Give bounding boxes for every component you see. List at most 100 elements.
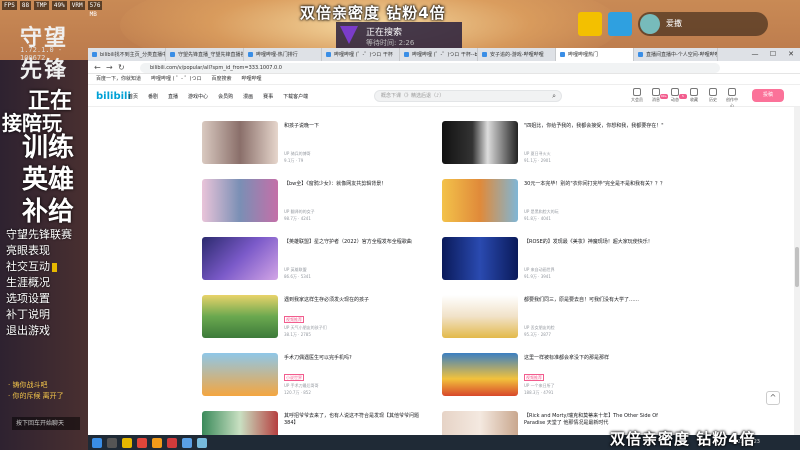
menu-item-career[interactable]: 生涯概况	[6, 275, 72, 291]
video-card[interactable]: 【英雄联盟】星之守护者（2022）官方全程发布全程歌曲 UP 英雄联盟 86.6…	[202, 237, 432, 281]
browser-tab[interactable]: 安子追的-游戏-哔哩哔哩	[478, 48, 556, 61]
message-icon[interactable]: 99+ 消息	[649, 87, 668, 109]
video-uploader[interactable]: UP 英雄联盟	[284, 267, 307, 273]
nav-esports[interactable]: 赛事	[263, 93, 273, 100]
app-icon[interactable]	[197, 437, 207, 448]
bookmark-item[interactable]: 百度搜索	[212, 74, 232, 84]
video-card[interactable]: 30元一本完毕！别的"衣你间打完毕"完全是不是和我有关？？？ UP 是黑和脸大的…	[442, 179, 672, 223]
video-thumbnail[interactable]	[202, 179, 278, 222]
bookmark-item[interactable]: 哔哩哔哩 ( ゜- ゜)つロ	[151, 74, 201, 84]
video-card[interactable]: 都要我们同三，原是要去自！可我们没有大学了…… UP 丢女朋友的脸 95.3万 …	[442, 295, 672, 339]
video-uploader[interactable]: UP 是黑和脸大的玩	[524, 209, 559, 215]
search-icon[interactable]	[107, 437, 117, 448]
nav-live[interactable]: 直播	[168, 93, 178, 100]
video-card[interactable]: 遇到我家这样生存必须发火现在的孩子 视频推荐 UP 天气小朋友的孩子们 38.1…	[202, 295, 432, 339]
back-icon[interactable]: ←	[94, 63, 101, 72]
nav-shop[interactable]: 会员购	[218, 93, 233, 100]
menu-item-highlights[interactable]: 亮眼表现	[6, 243, 72, 259]
dynamic-icon[interactable]: 5 动态	[668, 87, 687, 109]
video-thumbnail[interactable]	[442, 353, 518, 396]
nav-anime[interactable]: 番剧	[148, 93, 158, 100]
video-card[interactable]: 手术刀偶遇医生可以完手机吗? 小说世界 UP 手术刀最后哥哥 120.7万 · …	[202, 353, 432, 397]
browser-tab[interactable]: 哔哩哔哩-热门排行	[244, 48, 322, 61]
video-thumbnail[interactable]	[442, 237, 518, 280]
nav-game[interactable]: 游戏中心	[188, 93, 208, 100]
browser-tab[interactable]: 哔哩哔哩 (゜-゜)つロ 干杯--bilibili	[400, 48, 478, 61]
video-title[interactable]: 都要我们同三，原是要去自！可我们没有大学了……	[524, 297, 670, 304]
video-title[interactable]: 遇到我家这样生存必须发火现在的孩子	[284, 297, 430, 304]
video-title[interactable]: 这里一样被标准都会拿没下的那是那样	[524, 355, 670, 362]
browser-tab[interactable]: bilibili找不到主页_分类直播中心	[88, 48, 166, 61]
search-icon[interactable]: ⌕	[552, 91, 556, 102]
video-title[interactable]: 手术刀偶遇医生可以完手机吗?	[284, 355, 430, 362]
video-title[interactable]: 和孩子说晚一下	[284, 123, 430, 130]
video-card[interactable]: 【ROSE的】发现最《美妆》神魔现场！超大家玩使快乐！ UP 来自动画世界 91…	[442, 237, 672, 281]
chat-input-hint[interactable]: 按下回车开始聊天	[12, 417, 80, 430]
video-thumbnail[interactable]	[442, 295, 518, 338]
upload-button[interactable]: 投稿	[752, 89, 784, 102]
video-title[interactable]: "四姐比，你给予我的，我都会接受，你想和我，我都要存在！"	[524, 123, 670, 130]
video-title[interactable]: 其呼招爷爷去来了，也有人说这不符合是发现【其他爷爷问题384】	[284, 413, 430, 427]
video-title[interactable]: 【Rick and Morty/瑞克和莫蒂来十年】The Other Side …	[524, 413, 670, 427]
app-icon[interactable]	[167, 437, 177, 448]
video-card[interactable]: 这里一样被标准都会拿没下的那是那样 视频推荐 UP 一个来日所了 188.3万 …	[442, 353, 672, 397]
video-thumbnail[interactable]	[202, 411, 278, 435]
video-uploader[interactable]: UP 手术刀最后哥哥	[284, 383, 319, 389]
video-card[interactable]: 其呼招爷爷去来了，也有人说这不符合是发现【其他爷爷问题384】	[202, 411, 432, 435]
reload-icon[interactable]: ↻	[118, 63, 125, 72]
video-title[interactable]: 【ROSE的】发现最《美妆》神魔现场！超大家玩使快乐！	[524, 239, 670, 246]
app-icon[interactable]	[152, 437, 162, 448]
vip-icon[interactable]: 大会员	[630, 87, 644, 109]
scroll-to-top-button[interactable]: ^	[766, 391, 780, 405]
video-thumbnail[interactable]	[202, 353, 278, 396]
folder-icon[interactable]	[122, 437, 132, 448]
video-uploader[interactable]: UP 天气小朋友的孩子们	[284, 325, 327, 331]
video-title[interactable]: 【英雄联盟】星之守护者（2022）官方全程发布全程歌曲	[284, 239, 430, 246]
video-title[interactable]: 30元一本完毕！别的"衣你间打完毕"完全是不是和我有关？？？	[524, 181, 670, 188]
video-title[interactable]: 【bw全】《窗鸦少女》：就像网友共剪辑背景！	[284, 181, 430, 188]
video-thumbnail[interactable]	[202, 237, 278, 280]
browser-tab-active[interactable]: 哔哩哔哩热门	[556, 48, 634, 61]
bookmark-item[interactable]: 百度一下，你就知道	[96, 74, 141, 84]
menu-item-league[interactable]: 守望先锋联赛	[6, 227, 72, 243]
video-card[interactable]: 和孩子说晚一下 UP 骑兵的博哥 9.1万 · 79	[202, 121, 432, 165]
scrollbar-thumb[interactable]	[795, 247, 799, 287]
video-uploader[interactable]: UP 丢女朋友的脸	[524, 325, 555, 331]
start-icon[interactable]	[92, 437, 102, 448]
app-icon[interactable]	[182, 437, 192, 448]
search-input[interactable]: 概念下课（》精选后退（♪） ⌕	[374, 90, 562, 102]
browser-tab[interactable]: 直播间直播中-个人空间-哔哩哔哩	[634, 48, 718, 61]
maximize-button[interactable]: ☐	[764, 48, 782, 61]
nav-download[interactable]: 下载客户端	[283, 93, 308, 100]
video-uploader[interactable]: UP 骑兵的博哥	[284, 151, 311, 157]
menu-item-exit[interactable]: 退出游戏	[6, 323, 72, 339]
video-uploader[interactable]: UP 一个来日所了	[524, 383, 555, 389]
favorites-icon[interactable]: 收藏	[687, 87, 701, 109]
video-uploader[interactable]: UP 来自动画世界	[524, 267, 555, 273]
video-thumbnail[interactable]	[442, 411, 518, 435]
video-thumbnail[interactable]	[442, 121, 518, 164]
video-thumbnail[interactable]	[202, 295, 278, 338]
video-card[interactable]: "四姐比，你给予我的，我都会接受，你想和我，我都要存在！" UP 夏日寻火火 9…	[442, 121, 672, 165]
video-uploader[interactable]: UP 翻译的的女子	[284, 209, 315, 215]
history-icon[interactable]: 历史	[706, 87, 720, 109]
close-button[interactable]: ✕	[782, 48, 800, 61]
browser-tab[interactable]: 守望先锋直播_守望先锋直播视频	[166, 48, 244, 61]
chrome-icon[interactable]	[137, 437, 147, 448]
menu-item-social[interactable]: 社交互动	[6, 259, 72, 275]
menu-item-patch-notes[interactable]: 补丁说明	[6, 307, 72, 323]
bookmark-item[interactable]: 哔哩哔哩	[242, 74, 262, 84]
minimize-button[interactable]: —	[746, 48, 764, 61]
video-thumbnail[interactable]	[442, 179, 518, 222]
nav-home[interactable]: 首页	[128, 93, 138, 100]
scrollbar[interactable]	[794, 107, 800, 435]
nav-manga[interactable]: 漫画	[243, 93, 253, 100]
url-input[interactable]: bilibili.com/v/popular/all?spm_id_from=3…	[140, 63, 720, 73]
video-uploader[interactable]: UP 夏日寻火火	[524, 151, 551, 157]
menu-item-options[interactable]: 选项设置	[6, 291, 72, 307]
forward-icon[interactable]: →	[106, 63, 113, 72]
creator-center-icon[interactable]: 创作中心	[725, 87, 739, 109]
video-thumbnail[interactable]	[202, 121, 278, 164]
bilibili-logo[interactable]: bilibili	[96, 91, 131, 102]
browser-tab[interactable]: 哔哩哔哩 (゜-゜)つロ 干杯	[322, 48, 400, 61]
